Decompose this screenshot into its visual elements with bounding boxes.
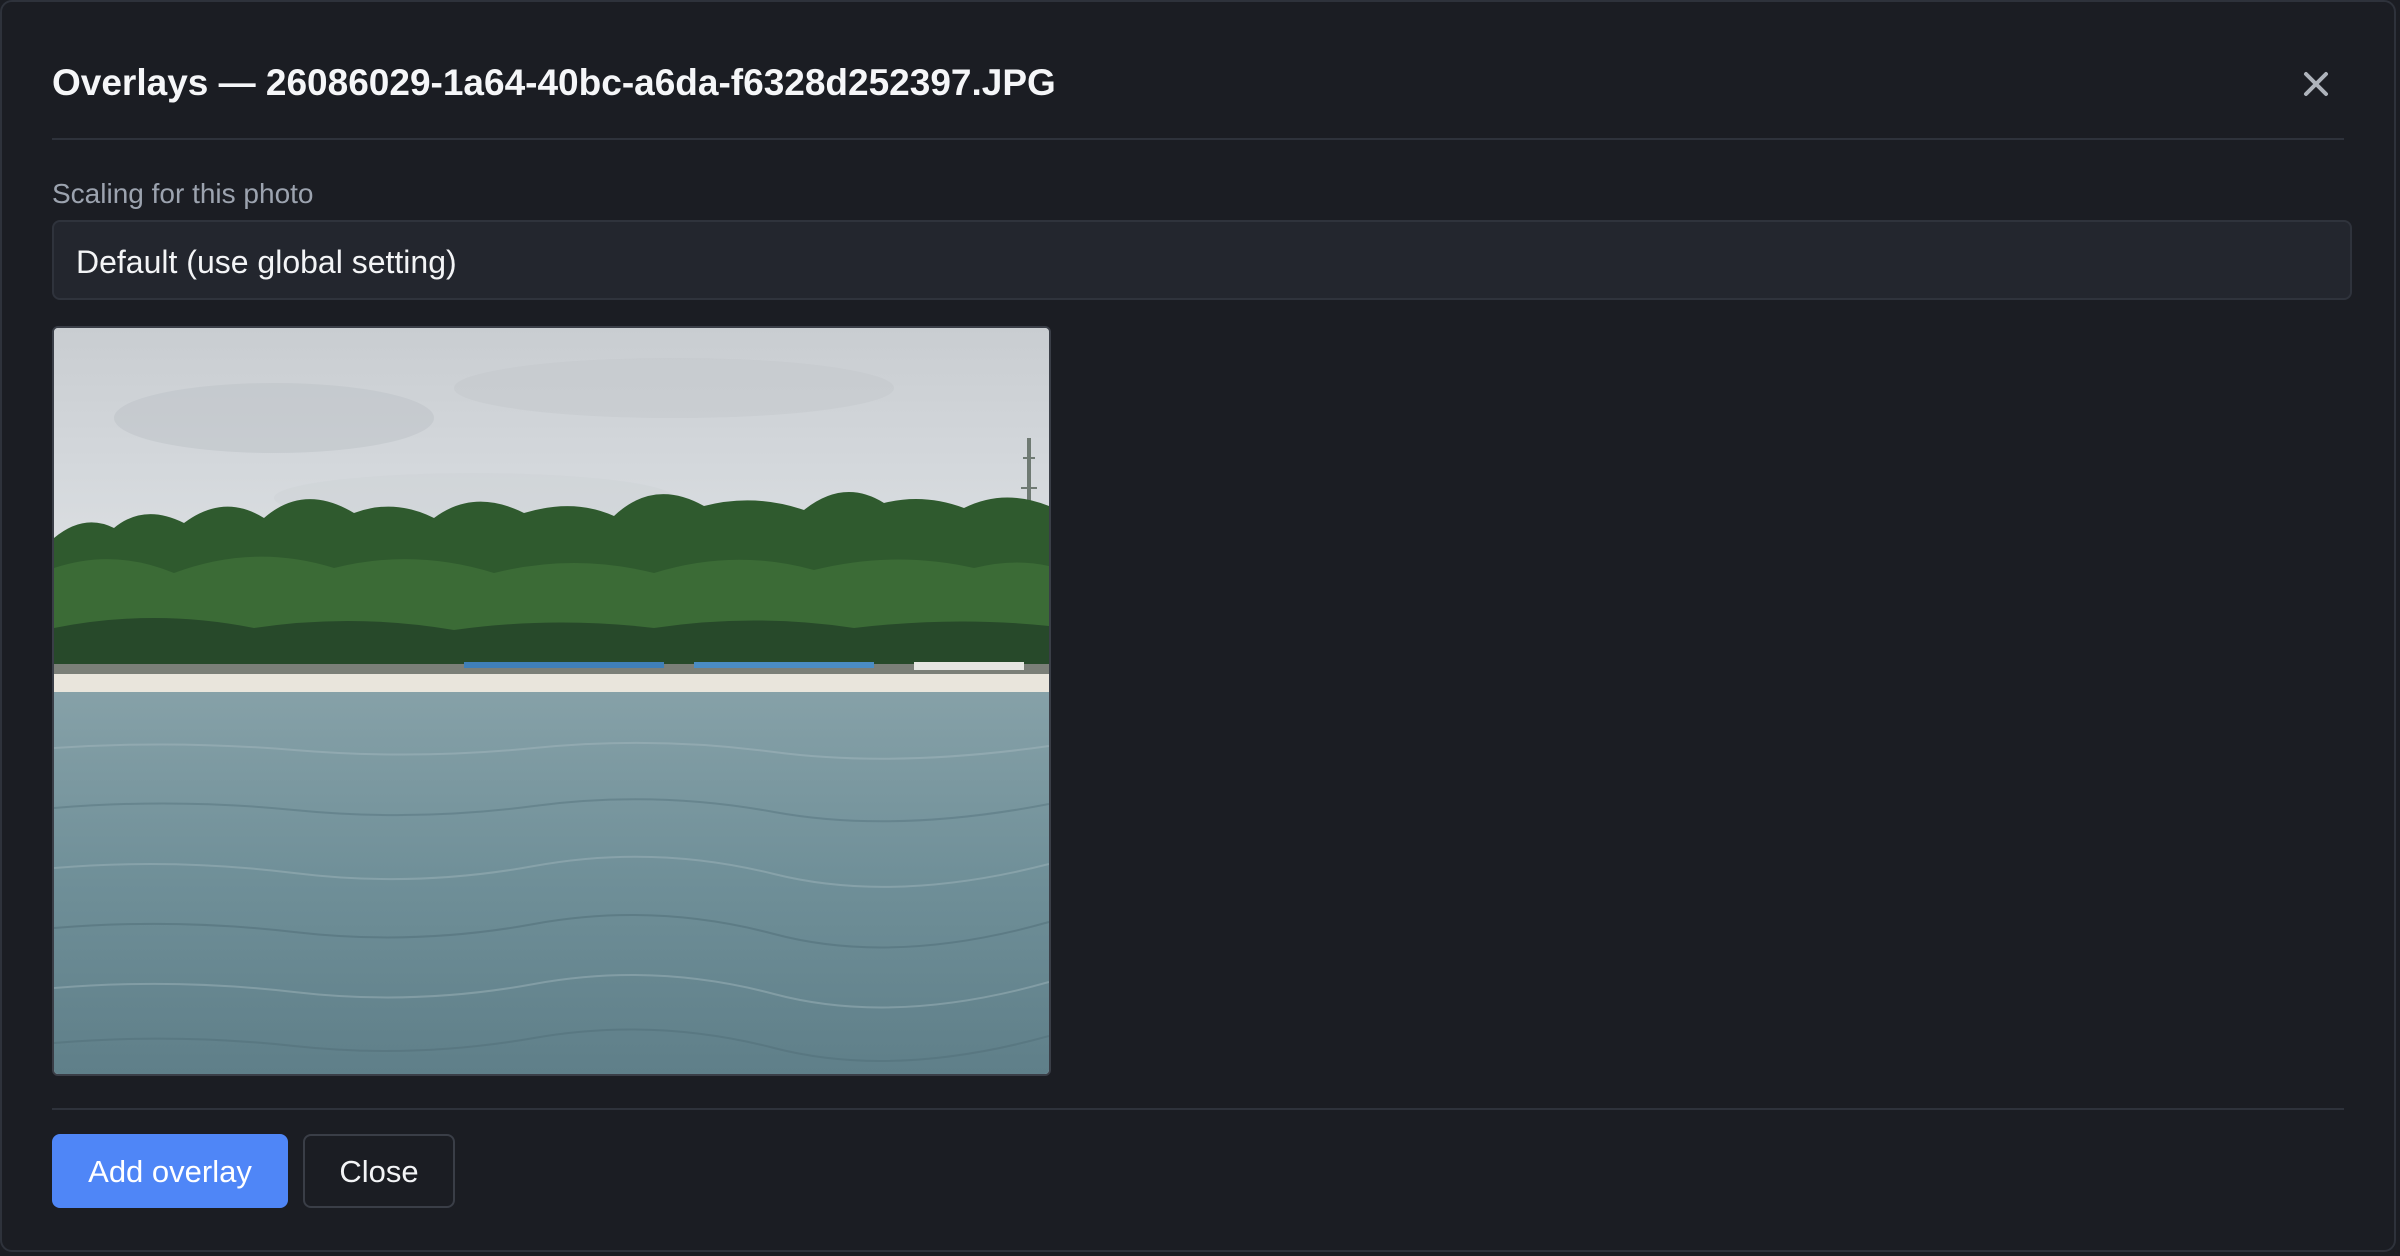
close-icon[interactable] xyxy=(2296,64,2336,104)
footer-divider xyxy=(52,1108,2344,1110)
add-overlay-button[interactable]: Add overlay xyxy=(52,1134,288,1208)
photo-preview xyxy=(52,326,1051,1076)
dialog-header: Overlays — 26086029-1a64-40bc-a6da-f6328… xyxy=(52,2,2344,140)
scaling-select-value: Default (use global setting) xyxy=(76,244,457,280)
beach-photo-image xyxy=(54,328,1049,1074)
scaling-select[interactable]: Default (use global setting) xyxy=(52,220,2352,300)
close-button[interactable]: Close xyxy=(303,1134,455,1208)
dialog-title: Overlays — 26086029-1a64-40bc-a6da-f6328… xyxy=(52,62,1056,103)
scaling-label: Scaling for this photo xyxy=(52,178,314,209)
overlays-dialog: Overlays — 26086029-1a64-40bc-a6da-f6328… xyxy=(0,0,2396,1252)
